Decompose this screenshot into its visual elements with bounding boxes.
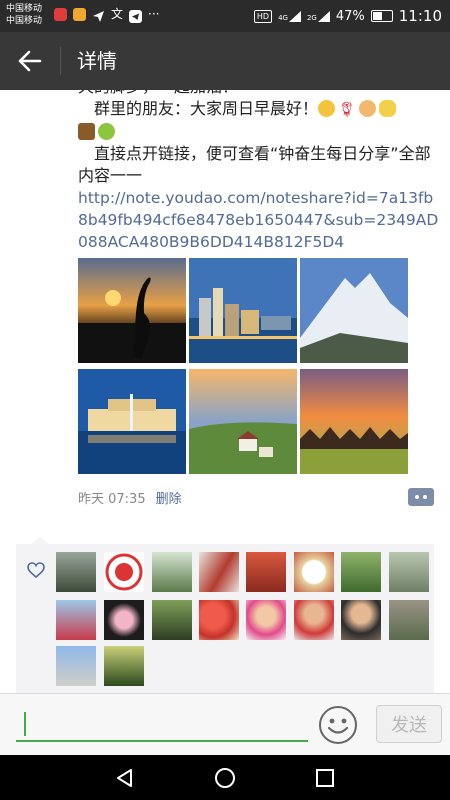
post-line: 群里的朋友：大家周日早晨好！ 🌹︎ [78, 98, 440, 121]
avatar[interactable] [389, 600, 429, 640]
photo-city-skyline[interactable] [189, 258, 297, 363]
signal-icon: 4G [278, 10, 301, 22]
comment-input[interactable] [16, 708, 308, 742]
banana-emoji-icon [378, 100, 396, 117]
avatar[interactable] [389, 552, 429, 592]
text-cursor [24, 712, 26, 736]
clock: 11:10 [398, 7, 442, 25]
avatar[interactable] [104, 646, 144, 686]
smile-emoji-icon [318, 100, 336, 117]
send-button[interactable]: 发送 [376, 705, 442, 743]
avatar[interactable] [199, 552, 239, 592]
photo-fountain-palace[interactable] [78, 369, 186, 474]
triangle-back-icon [117, 769, 132, 787]
status-right: HD 4G 2G 47% 11:10 [253, 7, 442, 25]
app-notification-icon [73, 8, 86, 21]
hd-badge: HD [253, 9, 273, 23]
heart-icon [27, 562, 45, 578]
avatar[interactable] [104, 600, 144, 640]
photo-lake-village[interactable] [189, 369, 297, 474]
page-title: 详情 [77, 49, 117, 73]
post-text: 天的脚步，一起加油！ 群里的朋友：大家周日早晨好！🌹︎ 直接点开链接，便可查看“… [78, 90, 440, 253]
share-link[interactable]: http://note.youdao.com/noteshare?id=7a13… [78, 187, 440, 253]
avatar[interactable] [152, 552, 192, 592]
coffee-emoji-icon [78, 123, 95, 140]
text-notification-icon: 文 [111, 7, 124, 21]
comment-menu-button[interactable] [408, 488, 434, 506]
avatar[interactable] [341, 552, 381, 592]
post-meta: 昨天 07:35 删除 [78, 488, 182, 507]
avatar[interactable] [56, 600, 96, 640]
carrier-2: 中国移动 [6, 16, 43, 26]
photo-grid [78, 258, 408, 474]
system-home-button[interactable] [212, 765, 238, 791]
system-navigation-bar [0, 755, 450, 800]
send-notification-icon [92, 8, 105, 27]
delete-button[interactable]: 删除 [156, 488, 182, 507]
photo-crane-sunset[interactable] [78, 258, 186, 363]
notification-icons: 文 ··· [54, 8, 159, 27]
emoji-line [78, 121, 440, 143]
system-back-button[interactable] [112, 765, 138, 791]
person-emoji-icon [98, 123, 115, 140]
avatar[interactable] [341, 600, 381, 640]
square-recents-icon [316, 769, 334, 787]
emoji-button[interactable] [318, 705, 358, 745]
avatar[interactable] [199, 600, 239, 640]
signal-icon-2: 2G [307, 10, 330, 22]
avatar[interactable] [56, 552, 96, 592]
system-recents-button[interactable] [312, 765, 338, 791]
avatar[interactable] [294, 600, 334, 640]
battery-percent: 47% [335, 8, 365, 24]
avatar[interactable] [104, 552, 144, 592]
carrier-1: 中国移动 [6, 4, 43, 14]
post-line: 天的脚步，一起加油！ [78, 90, 440, 98]
avatar[interactable] [294, 552, 334, 592]
carrier-labels: 中国移动 中国移动 [6, 3, 42, 27]
avatar[interactable] [246, 552, 286, 592]
smiley-icon [319, 706, 357, 744]
status-bar: 中国移动 中国移动 文 ··· HD 4G 2G 47% 11:10 [0, 0, 450, 32]
rose-emoji-icon: 🌹︎ [338, 102, 356, 118]
comment-input-bar: 发送 [0, 693, 450, 756]
avatar[interactable] [152, 600, 192, 640]
likes-panel [16, 536, 434, 693]
avatar[interactable] [56, 646, 96, 686]
battery-icon [370, 10, 393, 22]
circle-home-icon [215, 768, 235, 788]
handshake-emoji-icon [358, 100, 376, 117]
moment-detail: 天的脚步，一起加油！ 群里的朋友：大家周日早晨好！🌹︎ 直接点开链接，便可查看“… [0, 90, 450, 693]
telegram-notification-icon [129, 8, 143, 27]
nav-divider [60, 47, 61, 75]
nav-bar: 详情 [0, 32, 450, 90]
photo-snow-mountain[interactable] [300, 258, 408, 363]
avatar[interactable] [246, 600, 286, 640]
post-line: 直接点开链接，便可查看“钟奋生每日分享”全部内容一一 [78, 144, 431, 185]
back-button[interactable] [14, 46, 46, 76]
back-arrow-icon [18, 50, 42, 72]
app-notification-icon [54, 8, 67, 21]
photo-village-sunset[interactable] [300, 369, 408, 474]
more-notifications-icon: ··· [148, 7, 160, 21]
post-time: 昨天 07:35 [78, 492, 146, 507]
